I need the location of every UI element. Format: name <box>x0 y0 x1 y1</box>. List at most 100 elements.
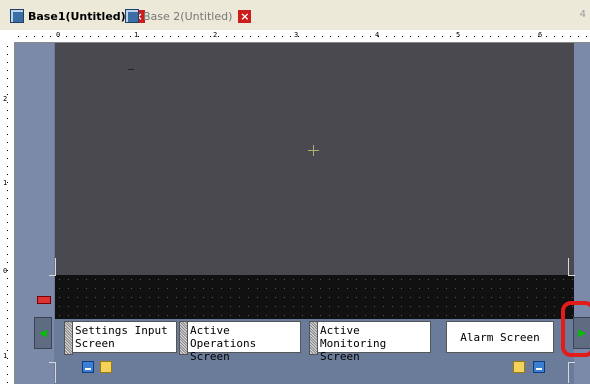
ruler-number: 0 <box>3 267 8 275</box>
ruler-tick <box>514 36 515 37</box>
ruler-tick <box>378 36 379 37</box>
ruler-tick <box>7 118 8 119</box>
ruler-tick <box>42 36 43 37</box>
ruler-tick <box>194 36 195 37</box>
ruler-tick <box>7 78 8 79</box>
guide-line <box>49 362 56 383</box>
ruler-tick <box>258 36 259 37</box>
screen-button-label: Settings Input Screen <box>75 324 168 350</box>
ruler-tick <box>226 36 227 37</box>
ruler-tick <box>546 36 547 37</box>
ruler-tick <box>7 158 8 159</box>
ruler-tick <box>474 36 475 37</box>
ruler-tick <box>282 36 283 37</box>
guide-line <box>568 258 575 276</box>
tab-base2[interactable]: Base 2(Untitled) × <box>125 6 252 26</box>
new-screen-icon[interactable] <box>533 361 545 373</box>
ruler-tick <box>7 334 8 335</box>
ruler-tick <box>7 230 8 231</box>
ruler-tick <box>7 246 8 247</box>
screen-button-active-operations[interactable]: Active Operations Screen <box>179 321 301 363</box>
ruler-tick <box>18 36 19 37</box>
ruler-tick <box>298 36 299 37</box>
ruler-tick <box>490 36 491 37</box>
ruler-tick <box>290 36 291 37</box>
new-screen-icon[interactable] <box>82 361 94 373</box>
ruler-tick <box>322 36 323 37</box>
close-icon[interactable]: × <box>238 9 252 23</box>
ruler-tick <box>354 36 355 37</box>
ruler-tick <box>7 286 8 287</box>
ruler-tick <box>154 36 155 37</box>
ruler-tick <box>7 70 8 71</box>
ruler-number: 2 <box>213 31 218 39</box>
ruler-tick <box>7 326 8 327</box>
ruler-tick <box>386 36 387 37</box>
ruler-tick <box>7 198 8 199</box>
document-tab-bar: Base1(Untitled) × Base 2(Untitled) × 4 <box>0 0 590 31</box>
ruler-tick <box>242 36 243 37</box>
ruler-tick <box>7 358 8 359</box>
ruler-tick <box>562 36 563 37</box>
ruler-tick <box>210 36 211 37</box>
ruler-left: 2 1 0 1 <box>0 42 15 384</box>
ruler-tick <box>250 36 251 37</box>
screen-icon <box>125 9 139 23</box>
ruler-tick <box>50 36 51 37</box>
ruler-tick <box>266 36 267 37</box>
ruler-tick <box>7 214 8 215</box>
ruler-top: 0 1 2 3 4 5 6 <box>14 30 590 43</box>
folder-icon[interactable] <box>513 361 525 373</box>
ruler-tick <box>7 278 8 279</box>
ruler-tick <box>7 54 8 55</box>
ruler-tick <box>162 36 163 37</box>
ruler-tick <box>7 382 8 383</box>
grid-band[interactable] <box>55 275 574 319</box>
ruler-tick <box>7 142 8 143</box>
ruler-tick <box>410 36 411 37</box>
ruler-tick <box>306 36 307 37</box>
ruler-tick <box>7 374 8 375</box>
tab-scroll-indicator[interactable]: 4 <box>580 9 586 20</box>
ruler-tick <box>426 36 427 37</box>
ruler-tick <box>442 36 443 37</box>
crosshair-icon <box>308 145 319 156</box>
ruler-tick <box>7 294 8 295</box>
nav-prev-button[interactable]: ◀ <box>34 317 52 349</box>
ruler-tick <box>82 36 83 37</box>
ruler-tick <box>7 86 8 87</box>
ruler-tick <box>338 36 339 37</box>
ruler-tick <box>26 36 27 37</box>
ruler-tick <box>418 36 419 37</box>
ruler-tick <box>34 36 35 37</box>
ruler-tick <box>7 318 8 319</box>
ruler-number: 5 <box>456 31 461 39</box>
ruler-tick <box>314 36 315 37</box>
ruler-number: 0 <box>56 31 61 39</box>
ruler-tick <box>146 36 147 37</box>
ruler-tick <box>98 36 99 37</box>
screen-button-alarm[interactable]: Alarm Screen <box>446 321 554 353</box>
tab-label: Base1(Untitled) <box>28 9 126 23</box>
ruler-tick <box>434 36 435 37</box>
base-screen-canvas[interactable] <box>55 43 574 275</box>
screen-icon <box>10 9 24 23</box>
record-icon[interactable] <box>37 296 51 304</box>
ruler-tick <box>66 36 67 37</box>
ruler-tick <box>7 310 8 311</box>
ruler-tick <box>186 36 187 37</box>
folder-icon[interactable] <box>100 361 112 373</box>
ruler-tick <box>330 36 331 37</box>
ruler-tick <box>218 36 219 37</box>
ruler-tick <box>7 182 8 183</box>
ruler-tick <box>178 36 179 37</box>
ruler-tick <box>482 36 483 37</box>
ruler-tick <box>522 36 523 37</box>
guide-line <box>568 362 575 383</box>
ruler-tick <box>7 134 8 135</box>
ruler-tick <box>7 350 8 351</box>
ruler-tick <box>7 366 8 367</box>
screen-button-active-monitoring[interactable]: Active Monitoring Screen <box>309 321 431 363</box>
ruler-tick <box>7 206 8 207</box>
screen-button-settings-input[interactable]: Settings Input Screen <box>64 321 177 355</box>
